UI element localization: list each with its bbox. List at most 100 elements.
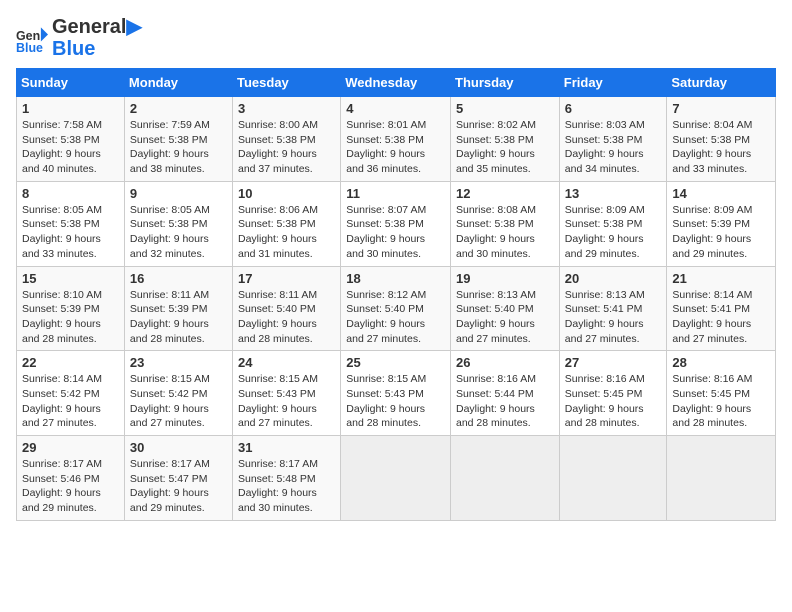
daylight-label: Daylight: 9 hours and 34 minutes.: [565, 148, 644, 175]
calendar-week-3: 15 Sunrise: 8:10 AM Sunset: 5:39 PM Dayl…: [17, 266, 776, 351]
day-number: 9: [130, 186, 227, 201]
calendar-day-6: 6 Sunrise: 8:03 AM Sunset: 5:38 PM Dayli…: [559, 97, 667, 182]
daylight-label: Daylight: 9 hours and 28 minutes.: [22, 318, 101, 345]
sunset-label: Sunset: 5:38 PM: [346, 218, 424, 230]
sunset-label: Sunset: 5:45 PM: [672, 388, 750, 400]
calendar-day-18: 18 Sunrise: 8:12 AM Sunset: 5:40 PM Dayl…: [341, 266, 451, 351]
sunset-label: Sunset: 5:38 PM: [565, 218, 643, 230]
sunset-label: Sunset: 5:38 PM: [130, 134, 208, 146]
daylight-label: Daylight: 9 hours and 33 minutes.: [22, 233, 101, 260]
calendar-day-21: 21 Sunrise: 8:14 AM Sunset: 5:41 PM Dayl…: [667, 266, 776, 351]
sunrise-label: Sunrise: 8:04 AM: [672, 119, 752, 131]
day-number: 4: [346, 101, 445, 116]
sunrise-label: Sunrise: 8:11 AM: [238, 289, 317, 301]
sunset-label: Sunset: 5:38 PM: [130, 218, 208, 230]
daylight-label: Daylight: 9 hours and 36 minutes.: [346, 148, 425, 175]
sunset-label: Sunset: 5:41 PM: [672, 303, 750, 315]
weekday-header-thursday: Thursday: [451, 69, 560, 97]
daylight-label: Daylight: 9 hours and 30 minutes.: [346, 233, 425, 260]
calendar-day-28: 28 Sunrise: 8:16 AM Sunset: 5:45 PM Dayl…: [667, 351, 776, 436]
daylight-label: Daylight: 9 hours and 30 minutes.: [238, 487, 317, 514]
day-number: 27: [565, 355, 662, 370]
day-info: Sunrise: 8:16 AM Sunset: 5:44 PM Dayligh…: [456, 372, 554, 431]
sunrise-label: Sunrise: 8:03 AM: [565, 119, 645, 131]
sunset-label: Sunset: 5:39 PM: [22, 303, 100, 315]
daylight-label: Daylight: 9 hours and 33 minutes.: [672, 148, 751, 175]
day-info: Sunrise: 8:03 AM Sunset: 5:38 PM Dayligh…: [565, 118, 662, 177]
sunset-label: Sunset: 5:47 PM: [130, 473, 208, 485]
daylight-label: Daylight: 9 hours and 27 minutes.: [22, 403, 101, 430]
sunrise-label: Sunrise: 8:16 AM: [672, 373, 752, 385]
daylight-label: Daylight: 9 hours and 35 minutes.: [456, 148, 535, 175]
sunrise-label: Sunrise: 8:00 AM: [238, 119, 318, 131]
calendar-day-15: 15 Sunrise: 8:10 AM Sunset: 5:39 PM Dayl…: [17, 266, 125, 351]
day-number: 29: [22, 440, 119, 455]
sunrise-label: Sunrise: 8:09 AM: [565, 204, 645, 216]
empty-cell: [451, 436, 560, 521]
sunset-label: Sunset: 5:40 PM: [346, 303, 424, 315]
daylight-label: Daylight: 9 hours and 28 minutes.: [672, 403, 751, 430]
sunrise-label: Sunrise: 8:13 AM: [565, 289, 645, 301]
sunrise-label: Sunrise: 8:06 AM: [238, 204, 318, 216]
sunrise-label: Sunrise: 8:02 AM: [456, 119, 536, 131]
day-info: Sunrise: 8:13 AM Sunset: 5:40 PM Dayligh…: [456, 288, 554, 347]
day-info: Sunrise: 8:14 AM Sunset: 5:42 PM Dayligh…: [22, 372, 119, 431]
empty-cell: [667, 436, 776, 521]
sunset-label: Sunset: 5:42 PM: [130, 388, 208, 400]
calendar-day-19: 19 Sunrise: 8:13 AM Sunset: 5:40 PM Dayl…: [451, 266, 560, 351]
sunset-label: Sunset: 5:38 PM: [456, 218, 534, 230]
day-number: 11: [346, 186, 445, 201]
daylight-label: Daylight: 9 hours and 29 minutes.: [672, 233, 751, 260]
calendar-week-4: 22 Sunrise: 8:14 AM Sunset: 5:42 PM Dayl…: [17, 351, 776, 436]
day-info: Sunrise: 8:17 AM Sunset: 5:46 PM Dayligh…: [22, 457, 119, 516]
logo-icon: Gen Blue: [16, 22, 48, 54]
calendar-day-31: 31 Sunrise: 8:17 AM Sunset: 5:48 PM Dayl…: [233, 436, 341, 521]
logo-line2: Blue: [52, 38, 142, 60]
day-info: Sunrise: 8:09 AM Sunset: 5:38 PM Dayligh…: [565, 203, 662, 262]
calendar-day-9: 9 Sunrise: 8:05 AM Sunset: 5:38 PM Dayli…: [124, 181, 232, 266]
day-info: Sunrise: 8:08 AM Sunset: 5:38 PM Dayligh…: [456, 203, 554, 262]
day-number: 3: [238, 101, 335, 116]
calendar-day-13: 13 Sunrise: 8:09 AM Sunset: 5:38 PM Dayl…: [559, 181, 667, 266]
sunrise-label: Sunrise: 8:17 AM: [238, 458, 318, 470]
sunset-label: Sunset: 5:48 PM: [238, 473, 316, 485]
day-number: 14: [672, 186, 770, 201]
sunrise-label: Sunrise: 8:14 AM: [672, 289, 752, 301]
calendar-week-5: 29 Sunrise: 8:17 AM Sunset: 5:46 PM Dayl…: [17, 436, 776, 521]
day-number: 26: [456, 355, 554, 370]
calendar-day-10: 10 Sunrise: 8:06 AM Sunset: 5:38 PM Dayl…: [233, 181, 341, 266]
weekday-header-wednesday: Wednesday: [341, 69, 451, 97]
calendar-day-7: 7 Sunrise: 8:04 AM Sunset: 5:38 PM Dayli…: [667, 97, 776, 182]
sunset-label: Sunset: 5:38 PM: [672, 134, 750, 146]
sunset-label: Sunset: 5:39 PM: [130, 303, 208, 315]
day-info: Sunrise: 8:01 AM Sunset: 5:38 PM Dayligh…: [346, 118, 445, 177]
calendar-day-30: 30 Sunrise: 8:17 AM Sunset: 5:47 PM Dayl…: [124, 436, 232, 521]
day-number: 23: [130, 355, 227, 370]
sunrise-label: Sunrise: 8:15 AM: [238, 373, 318, 385]
daylight-label: Daylight: 9 hours and 40 minutes.: [22, 148, 101, 175]
sunrise-label: Sunrise: 8:05 AM: [130, 204, 210, 216]
sunrise-label: Sunrise: 8:13 AM: [456, 289, 536, 301]
sunrise-label: Sunrise: 7:58 AM: [22, 119, 102, 131]
day-info: Sunrise: 8:11 AM Sunset: 5:40 PM Dayligh…: [238, 288, 335, 347]
day-info: Sunrise: 8:12 AM Sunset: 5:40 PM Dayligh…: [346, 288, 445, 347]
day-info: Sunrise: 8:13 AM Sunset: 5:41 PM Dayligh…: [565, 288, 662, 347]
daylight-label: Daylight: 9 hours and 28 minutes.: [346, 403, 425, 430]
sunrise-label: Sunrise: 8:10 AM: [22, 289, 102, 301]
calendar-day-20: 20 Sunrise: 8:13 AM Sunset: 5:41 PM Dayl…: [559, 266, 667, 351]
day-number: 5: [456, 101, 554, 116]
sunrise-label: Sunrise: 8:17 AM: [130, 458, 210, 470]
sunrise-label: Sunrise: 8:08 AM: [456, 204, 536, 216]
day-info: Sunrise: 8:15 AM Sunset: 5:42 PM Dayligh…: [130, 372, 227, 431]
day-info: Sunrise: 8:11 AM Sunset: 5:39 PM Dayligh…: [130, 288, 227, 347]
sunset-label: Sunset: 5:38 PM: [22, 134, 100, 146]
daylight-label: Daylight: 9 hours and 27 minutes.: [238, 403, 317, 430]
day-info: Sunrise: 8:05 AM Sunset: 5:38 PM Dayligh…: [22, 203, 119, 262]
logo: Gen Blue General▶ Blue: [16, 16, 142, 60]
day-number: 16: [130, 271, 227, 286]
day-info: Sunrise: 8:05 AM Sunset: 5:38 PM Dayligh…: [130, 203, 227, 262]
day-number: 20: [565, 271, 662, 286]
calendar-day-23: 23 Sunrise: 8:15 AM Sunset: 5:42 PM Dayl…: [124, 351, 232, 436]
day-number: 18: [346, 271, 445, 286]
day-number: 15: [22, 271, 119, 286]
